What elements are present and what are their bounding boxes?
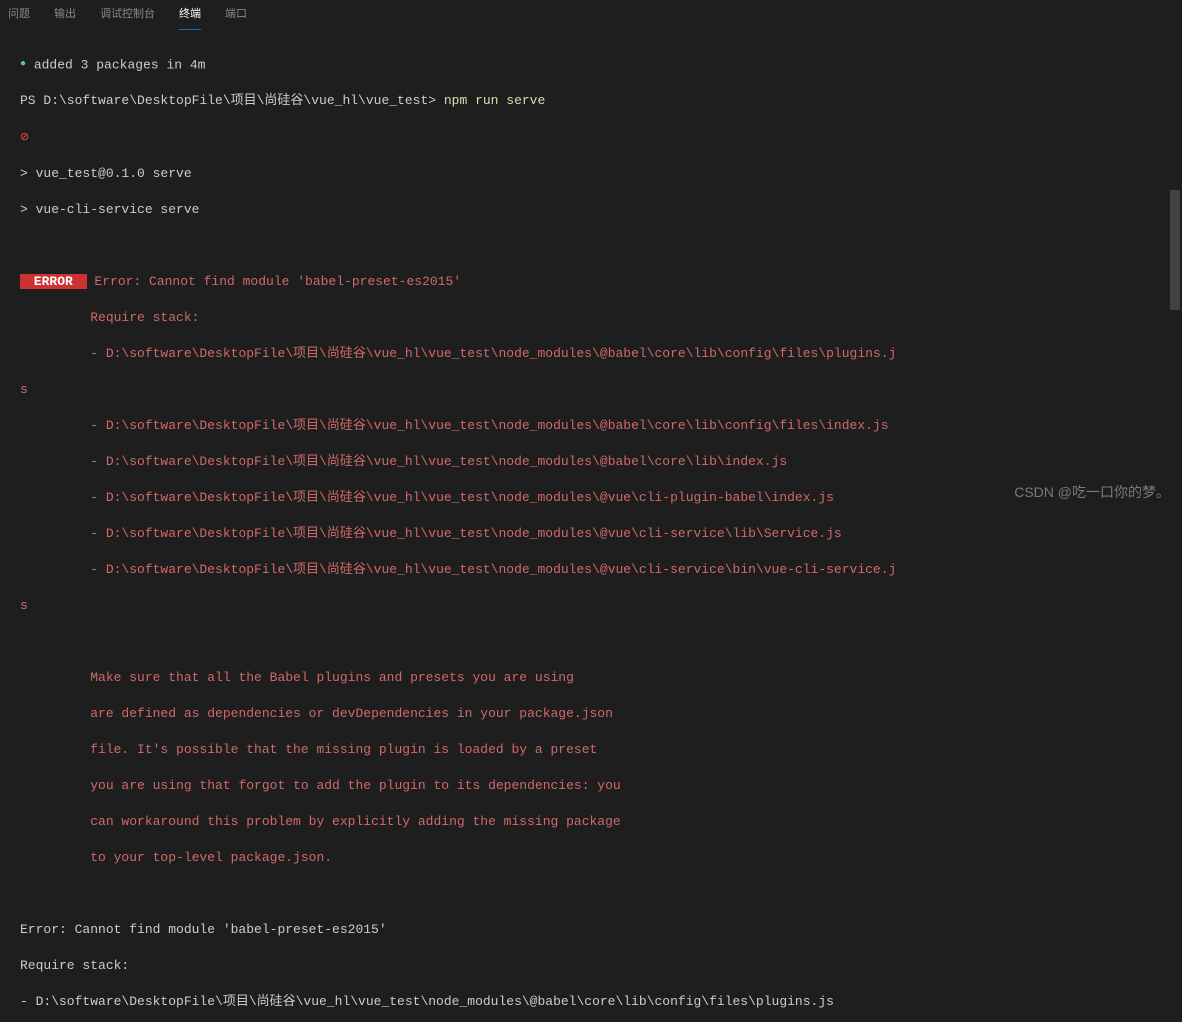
npm-command: npm run serve	[444, 93, 545, 108]
indent	[20, 706, 90, 721]
require-stack-label: Require stack:	[90, 310, 199, 325]
tab-ports[interactable]: 端口	[225, 1, 247, 28]
serve-line-1: > vue_test@0.1.0 serve	[20, 165, 1162, 183]
stack-trace-6a: - D:\software\DesktopFile\项目\尚硅谷\vue_hl\…	[90, 562, 896, 577]
scrollbar[interactable]	[1170, 30, 1180, 511]
indent	[20, 490, 90, 505]
indent	[20, 418, 90, 433]
bullet-icon: ●	[20, 59, 26, 70]
prompt-path: PS D:\software\DesktopFile\项目\尚硅谷\vue_hl…	[20, 93, 444, 108]
indent	[20, 526, 90, 541]
indent	[20, 850, 90, 865]
indent	[20, 346, 90, 361]
hint-4: you are using that forgot to add the plu…	[90, 778, 621, 793]
serve-line-2: > vue-cli-service serve	[20, 201, 1162, 219]
indent	[20, 454, 90, 469]
indent	[20, 778, 90, 793]
stack-trace-1b: s	[20, 381, 1162, 399]
indent	[20, 814, 90, 829]
tab-terminal[interactable]: 终端	[179, 1, 201, 28]
hint-5: can workaround this problem by explicitl…	[90, 814, 621, 829]
indent	[20, 310, 90, 325]
stack-trace-4: - D:\software\DesktopFile\项目\尚硅谷\vue_hl\…	[90, 490, 834, 505]
indent	[20, 562, 90, 577]
terminal-output[interactable]: ● added 3 packages in 4m PS D:\software\…	[0, 30, 1182, 1022]
added-packages-text: added 3 packages in 4m	[34, 57, 206, 72]
tab-problems[interactable]: 问题	[8, 1, 30, 28]
hint-1: Make sure that all the Babel plugins and…	[90, 670, 574, 685]
indent	[20, 742, 90, 757]
stack-trace-1a: - D:\software\DesktopFile\项目\尚硅谷\vue_hl\…	[90, 346, 896, 361]
tab-debug-console[interactable]: 调试控制台	[100, 1, 155, 28]
hint-3: file. It's possible that the missing plu…	[90, 742, 597, 757]
scrollbar-thumb[interactable]	[1170, 190, 1180, 310]
watermark: CSDN @吃一口你的梦。	[1014, 483, 1170, 503]
tab-output[interactable]: 输出	[54, 1, 76, 28]
stack-trace-2: - D:\software\DesktopFile\项目\尚硅谷\vue_hl\…	[90, 418, 888, 433]
error-repeat: Error: Cannot find module 'babel-preset-…	[20, 921, 1162, 939]
hint-6: to your top-level package.json.	[90, 850, 332, 865]
hint-2: are defined as dependencies or devDepend…	[90, 706, 613, 721]
fail-icon: ⊘	[20, 132, 29, 144]
error-message: Error: Cannot find module 'babel-preset-…	[87, 274, 461, 289]
stack-trace-5: - D:\software\DesktopFile\项目\尚硅谷\vue_hl\…	[90, 526, 842, 541]
stack-trace-6b: s	[20, 597, 1162, 615]
require-stack-repeat: Require stack:	[20, 957, 1162, 975]
stack-repeat: - D:\software\DesktopFile\项目\尚硅谷\vue_hl\…	[20, 993, 1162, 1011]
stack-trace-3: - D:\software\DesktopFile\项目\尚硅谷\vue_hl\…	[90, 454, 787, 469]
panel-tabs: 问题 输出 调试控制台 终端 端口	[0, 0, 1182, 30]
error-badge: ERROR	[20, 274, 87, 289]
indent	[20, 670, 90, 685]
